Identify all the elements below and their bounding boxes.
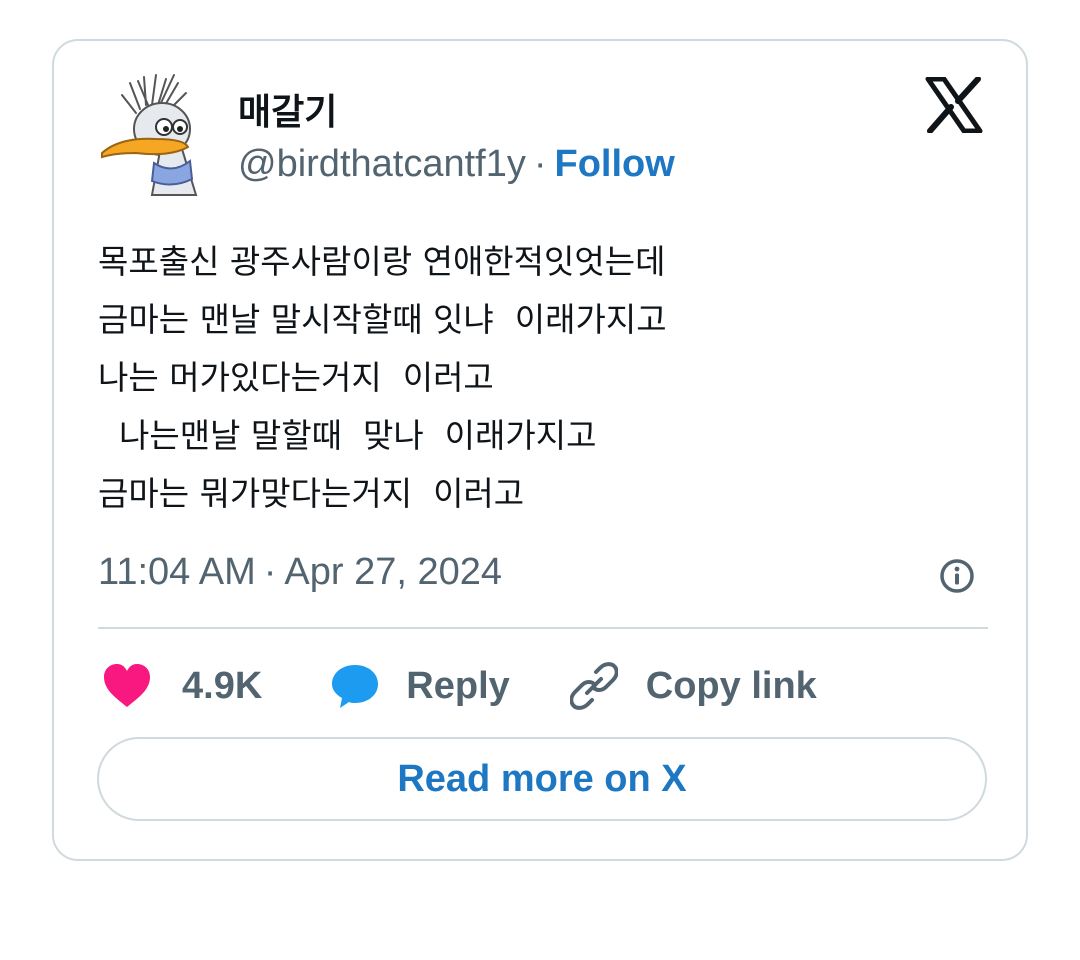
info-icon[interactable] <box>938 557 976 595</box>
reply-label: Reply <box>406 664 510 707</box>
avatar[interactable] <box>100 71 222 203</box>
author-handle[interactable]: @birdthatcantf1y <box>238 143 526 185</box>
x-logo-icon[interactable] <box>924 77 984 133</box>
reply-button[interactable]: Reply <box>330 663 510 709</box>
like-count: 4.9K <box>182 664 263 707</box>
tweet-text: 목포출신 광주사람이랑 연애한적잇엇는데 금마는 맨날 말시작할때 잇냐 이래가… <box>98 233 667 523</box>
divider <box>98 627 988 629</box>
tweet-time: 11:04 AM <box>98 551 256 593</box>
timestamp-separator: · <box>263 551 277 593</box>
tweet-date: Apr 27, 2024 <box>284 551 502 593</box>
tweet-text-line: 금마는 맨날 말시작할때 잇냐 이래가지고 <box>98 300 667 339</box>
tweet-actions: 4.9K Reply Copy link <box>98 661 817 711</box>
read-more-label: Read more on X <box>397 757 687 800</box>
tweet-text-line: 나는 머가있다는거지 이러고 <box>98 358 494 397</box>
follow-button[interactable]: Follow <box>555 143 675 185</box>
copy-link-label: Copy link <box>645 664 817 707</box>
tweet-text-line: 나는맨날 말할때 맞나 이래가지고 <box>98 416 597 455</box>
copy-link-button[interactable]: Copy link <box>569 662 817 710</box>
tweet-timestamp[interactable]: 11:04 AM · Apr 27, 2024 <box>98 551 502 594</box>
tweet-card[interactable]: 매갈기 @birdthatcantf1y · Follow 목포출신 광주사람이랑 … <box>52 39 1028 861</box>
read-more-button[interactable]: Read more on X <box>97 737 987 821</box>
handle-separator: · <box>533 143 547 185</box>
author-display-name[interactable]: 매갈기 <box>238 83 337 135</box>
tweet-text-line: 목포출신 광주사람이랑 연애한적잇엇는데 <box>98 242 666 281</box>
heart-icon <box>104 664 150 707</box>
speech-bubble-icon <box>332 665 379 708</box>
like-button[interactable]: 4.9K <box>102 663 262 709</box>
link-icon <box>569 662 618 710</box>
tweet-text-line: 금마는 뭐가맞다는거지 이러고 <box>98 474 525 513</box>
author-handle-row: @birdthatcantf1y · Follow <box>238 143 675 186</box>
